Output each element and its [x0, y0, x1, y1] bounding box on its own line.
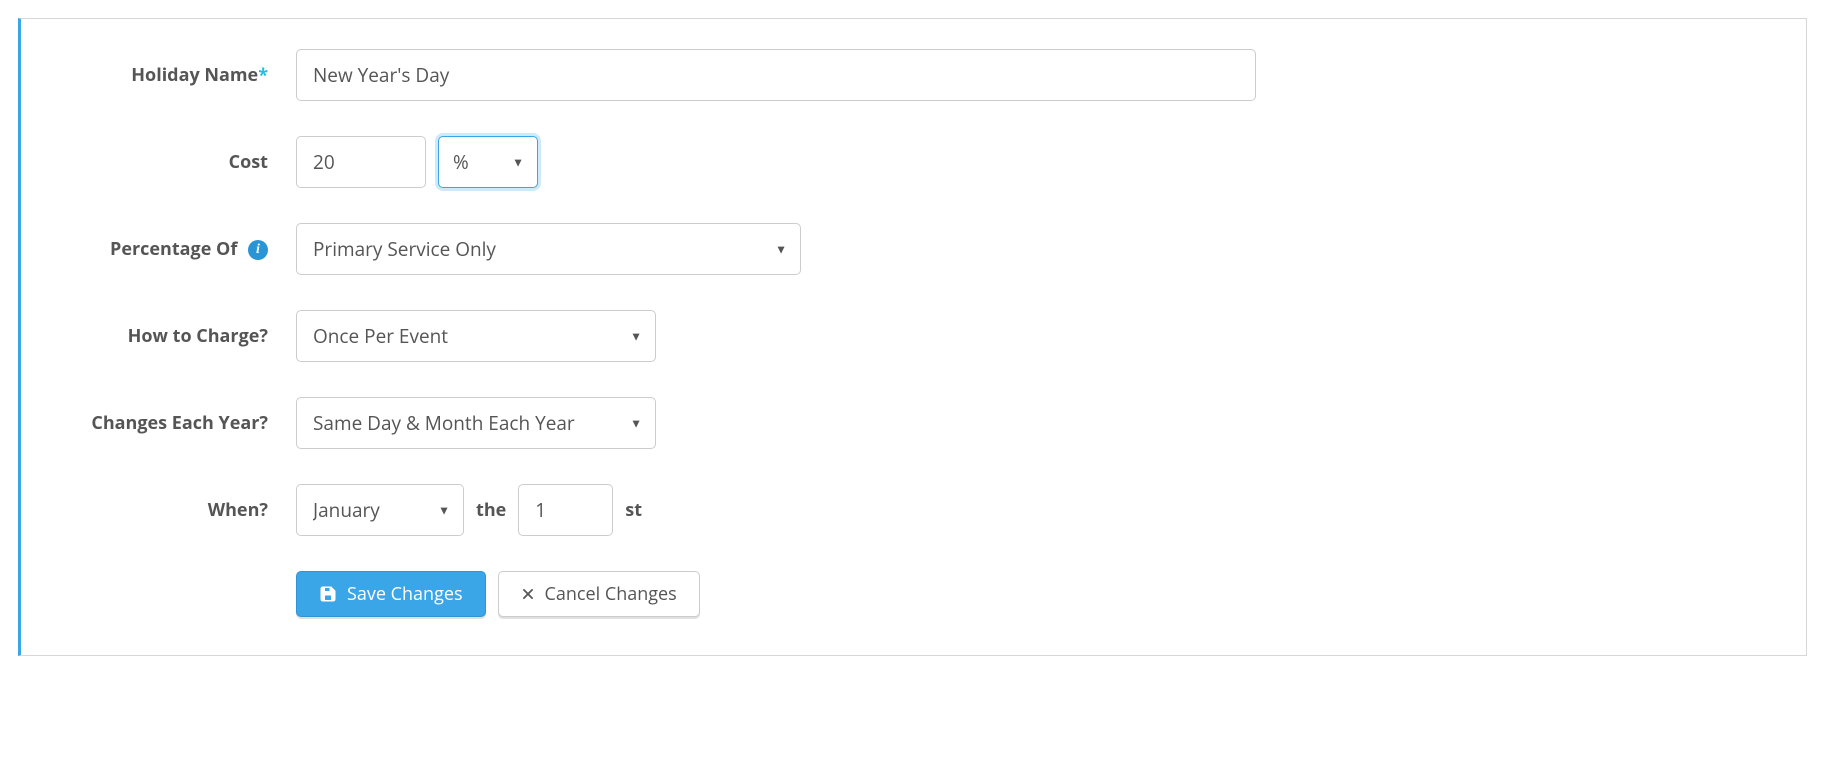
- label-when: When?: [46, 498, 296, 522]
- label-text: Percentage Of: [110, 237, 237, 261]
- when-ordinal-text: st: [625, 498, 642, 522]
- row-when: When? January the st: [46, 484, 1766, 536]
- holiday-form-panel: Holiday Name* Cost % Percentage Of i Pri…: [18, 18, 1807, 656]
- row-buttons: Save Changes Cancel Changes: [46, 571, 1766, 617]
- close-icon: [521, 587, 535, 601]
- label-percentage-of: Percentage Of i: [46, 237, 296, 261]
- save-button[interactable]: Save Changes: [296, 571, 486, 617]
- row-changes-each-year: Changes Each Year? Same Day & Month Each…: [46, 397, 1766, 449]
- label-cost: Cost: [46, 150, 296, 174]
- row-holiday-name: Holiday Name*: [46, 49, 1766, 101]
- label-text: Holiday Name: [131, 63, 258, 87]
- cancel-button[interactable]: Cancel Changes: [498, 571, 700, 617]
- month-select[interactable]: January: [296, 484, 464, 536]
- percentage-of-select-wrap: Primary Service Only: [296, 223, 801, 275]
- month-select-wrap: January: [296, 484, 464, 536]
- required-asterisk: *: [258, 63, 268, 87]
- changes-each-year-select[interactable]: Same Day & Month Each Year: [296, 397, 656, 449]
- label-holiday-name: Holiday Name*: [46, 63, 296, 87]
- cost-input[interactable]: [296, 136, 426, 188]
- cost-unit-select-wrap: %: [438, 136, 538, 188]
- row-how-to-charge: How to Charge? Once Per Event: [46, 310, 1766, 362]
- info-icon[interactable]: i: [248, 240, 268, 260]
- when-the-text: the: [476, 498, 506, 522]
- label-changes-each-year: Changes Each Year?: [46, 411, 296, 435]
- label-how-to-charge: How to Charge?: [46, 324, 296, 348]
- changes-each-year-select-wrap: Same Day & Month Each Year: [296, 397, 656, 449]
- save-button-label: Save Changes: [347, 582, 463, 606]
- day-input[interactable]: [518, 484, 613, 536]
- row-percentage-of: Percentage Of i Primary Service Only: [46, 223, 1766, 275]
- cancel-button-label: Cancel Changes: [545, 582, 677, 606]
- cost-unit-select[interactable]: %: [438, 136, 538, 188]
- row-cost: Cost %: [46, 136, 1766, 188]
- holiday-name-input[interactable]: [296, 49, 1256, 101]
- how-to-charge-select-wrap: Once Per Event: [296, 310, 656, 362]
- percentage-of-select[interactable]: Primary Service Only: [296, 223, 801, 275]
- save-icon: [319, 585, 337, 603]
- how-to-charge-select[interactable]: Once Per Event: [296, 310, 656, 362]
